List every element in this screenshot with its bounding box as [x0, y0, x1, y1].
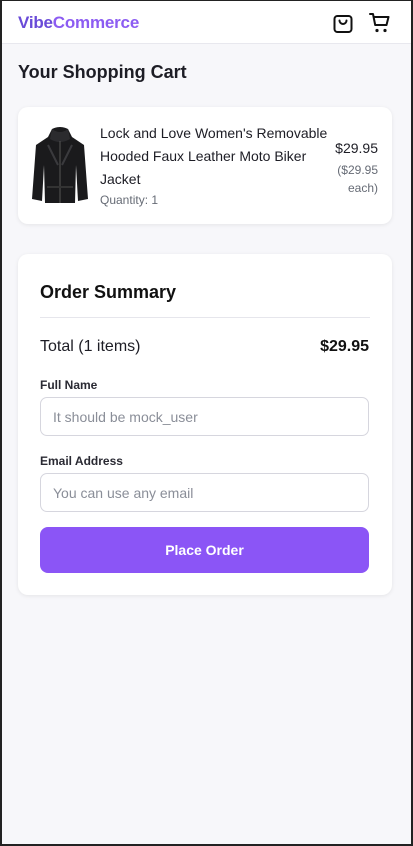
email-input[interactable]: [40, 473, 369, 512]
item-name[interactable]: Lock and Love Women's Removable Hooded F…: [100, 122, 332, 191]
item-unit-price: ($29.95 each): [337, 163, 378, 195]
order-summary-card: Order Summary Total (1 items) $29.95 Ful…: [18, 254, 392, 595]
full-name-input[interactable]: [40, 397, 369, 436]
item-price: $29.95: [335, 140, 378, 156]
item-quantity: Quantity: 1: [100, 193, 159, 207]
total-label: Total (1 items): [40, 338, 141, 355]
page-title: Your Shopping Cart: [18, 62, 187, 82]
brand-part-2: Commerce: [52, 13, 140, 32]
app-header: VibeCommerce: [2, 1, 411, 44]
cart-icon[interactable]: [368, 11, 392, 35]
brand-part-1: Vibe: [18, 13, 53, 32]
email-label: Email Address: [40, 454, 123, 468]
place-order-button[interactable]: Place Order: [40, 527, 369, 573]
brand-logo[interactable]: VibeCommerce: [18, 13, 139, 33]
shopping-bag-icon[interactable]: [331, 11, 355, 35]
order-summary-title: Order Summary: [40, 282, 177, 302]
jacket-image[interactable]: [30, 125, 90, 205]
total-value: $29.95: [320, 338, 369, 355]
full-name-label: Full Name: [40, 378, 98, 392]
divider: [40, 317, 370, 318]
cart-item-card: Lock and Love Women's Removable Hooded F…: [18, 107, 392, 224]
